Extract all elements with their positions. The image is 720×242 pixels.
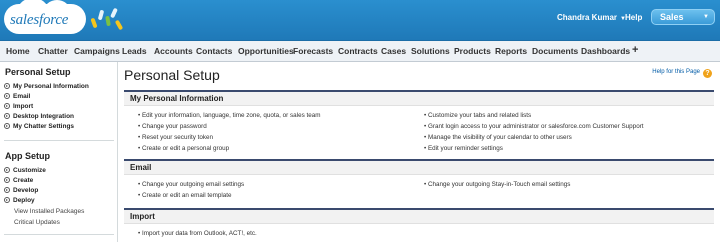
sidebar-item-email[interactable]: Email: [4, 93, 30, 100]
link-reset-security-token[interactable]: • Reset your security token: [138, 134, 213, 141]
sidebar-divider: [4, 234, 114, 235]
link-email-template[interactable]: • Create or edit an email template: [138, 192, 232, 199]
sidebar-app-setup-title: App Setup: [5, 151, 50, 161]
question-icon: ?: [703, 69, 712, 78]
sidebar-item-label: Create: [13, 177, 34, 184]
sidebar-item-view-installed-packages[interactable]: View Installed Packages: [14, 208, 84, 215]
sidebar-item-label: Desktop Integration: [13, 113, 75, 120]
section-import: Import • Import your data from Outlook, …: [124, 208, 714, 242]
logo-confetti-icon: [90, 6, 124, 36]
app-switcher[interactable]: Sales ▼: [651, 9, 715, 25]
tab-chatter[interactable]: Chatter: [38, 46, 68, 56]
section-my-personal-information: My Personal Information • Edit your info…: [124, 90, 714, 155]
tab-solutions[interactable]: Solutions: [411, 46, 450, 56]
sidebar-item-deploy[interactable]: Deploy: [4, 197, 35, 204]
user-name: Chandra Kumar: [557, 13, 618, 22]
link-personal-group[interactable]: • Create or edit a personal group: [138, 145, 229, 152]
link-outgoing-email-settings[interactable]: • Change your outgoing email settings: [138, 181, 244, 188]
link-change-password[interactable]: • Change your password: [138, 123, 207, 130]
tab-documents[interactable]: Documents: [532, 46, 578, 56]
sidebar-item-label: Develop: [13, 187, 39, 194]
section-title: Import: [124, 210, 714, 224]
section-email: Email • Change your outgoing email setti…: [124, 159, 714, 205]
sidebar: Personal Setup My Personal Information E…: [0, 62, 118, 242]
link-import-data[interactable]: • Import your data from Outlook, ACT!, e…: [138, 230, 257, 237]
sidebar-item-customize[interactable]: Customize: [4, 167, 46, 174]
expand-arrow-icon: [4, 103, 10, 109]
sidebar-item-develop[interactable]: Develop: [4, 187, 38, 194]
salesforce-logo[interactable]: salesforce: [4, 0, 124, 38]
link-edit-information[interactable]: • Edit your information, language, time …: [138, 112, 320, 119]
tab-home[interactable]: Home: [6, 46, 30, 56]
top-header: salesforce Chandra Kumar ▼ Help Sales ▼: [0, 0, 720, 40]
sidebar-item-my-personal-information[interactable]: My Personal Information: [4, 83, 89, 90]
expand-arrow-icon: [4, 177, 10, 183]
tab-products[interactable]: Products: [454, 46, 491, 56]
expand-arrow-icon: [4, 123, 10, 129]
link-stay-in-touch-settings[interactable]: • Change your outgoing Stay-in-Touch ema…: [424, 181, 570, 188]
help-link-label: Help for this Page: [652, 69, 700, 75]
expand-arrow-icon: [4, 197, 10, 203]
page-title: Personal Setup: [124, 67, 220, 83]
main-content: Personal Setup Help for this Page? My Pe…: [118, 62, 720, 242]
add-tab-icon[interactable]: +: [632, 44, 638, 56]
sidebar-item-critical-updates[interactable]: Critical Updates: [14, 219, 60, 226]
sidebar-item-desktop-integration[interactable]: Desktop Integration: [4, 113, 74, 120]
tab-reports[interactable]: Reports: [495, 46, 527, 56]
tab-accounts[interactable]: Accounts: [154, 46, 193, 56]
expand-arrow-icon: [4, 93, 10, 99]
tab-forecasts[interactable]: Forecasts: [293, 46, 333, 56]
expand-arrow-icon: [4, 83, 10, 89]
sidebar-item-my-chatter-settings[interactable]: My Chatter Settings: [4, 123, 74, 130]
chevron-down-icon: ▼: [703, 14, 709, 20]
tab-bar: Home Chatter Campaigns Leads Accounts Co…: [0, 40, 720, 62]
sidebar-item-label: Import: [13, 103, 34, 110]
tab-dashboards[interactable]: Dashboards: [581, 46, 630, 56]
sidebar-item-label: Deploy: [13, 197, 35, 204]
tab-cases[interactable]: Cases: [381, 46, 406, 56]
sidebar-item-label: My Chatter Settings: [13, 123, 75, 130]
tab-contacts[interactable]: Contacts: [196, 46, 232, 56]
section-title: Email: [124, 161, 714, 175]
sidebar-divider: [4, 140, 114, 141]
expand-arrow-icon: [4, 167, 10, 173]
link-customize-tabs[interactable]: • Customize your tabs and related lists: [424, 112, 531, 119]
link-grant-login-access[interactable]: • Grant login access to your administrat…: [424, 123, 644, 130]
tab-opportunities[interactable]: Opportunities: [238, 46, 294, 56]
sidebar-personal-setup-title: Personal Setup: [5, 67, 71, 77]
user-menu[interactable]: Chandra Kumar ▼: [557, 13, 626, 22]
tab-leads[interactable]: Leads: [122, 46, 147, 56]
sidebar-item-label: My Personal Information: [13, 83, 89, 90]
expand-arrow-icon: [4, 113, 10, 119]
sidebar-item-label: Customize: [13, 167, 46, 174]
help-link[interactable]: Help: [625, 13, 642, 22]
link-reminder-settings[interactable]: • Edit your reminder settings: [424, 145, 503, 152]
tab-campaigns[interactable]: Campaigns: [74, 46, 120, 56]
sidebar-item-import[interactable]: Import: [4, 103, 33, 110]
sidebar-item-create[interactable]: Create: [4, 177, 33, 184]
help-for-this-page-link[interactable]: Help for this Page?: [652, 69, 712, 78]
logo-wordmark: salesforce: [10, 12, 69, 28]
tab-contracts[interactable]: Contracts: [338, 46, 378, 56]
sidebar-item-label: Email: [13, 93, 31, 100]
expand-arrow-icon: [4, 187, 10, 193]
link-calendar-visibility[interactable]: • Manage the visibility of your calendar…: [424, 134, 572, 141]
app-switcher-label: Sales: [660, 12, 684, 22]
section-title: My Personal Information: [124, 92, 714, 106]
